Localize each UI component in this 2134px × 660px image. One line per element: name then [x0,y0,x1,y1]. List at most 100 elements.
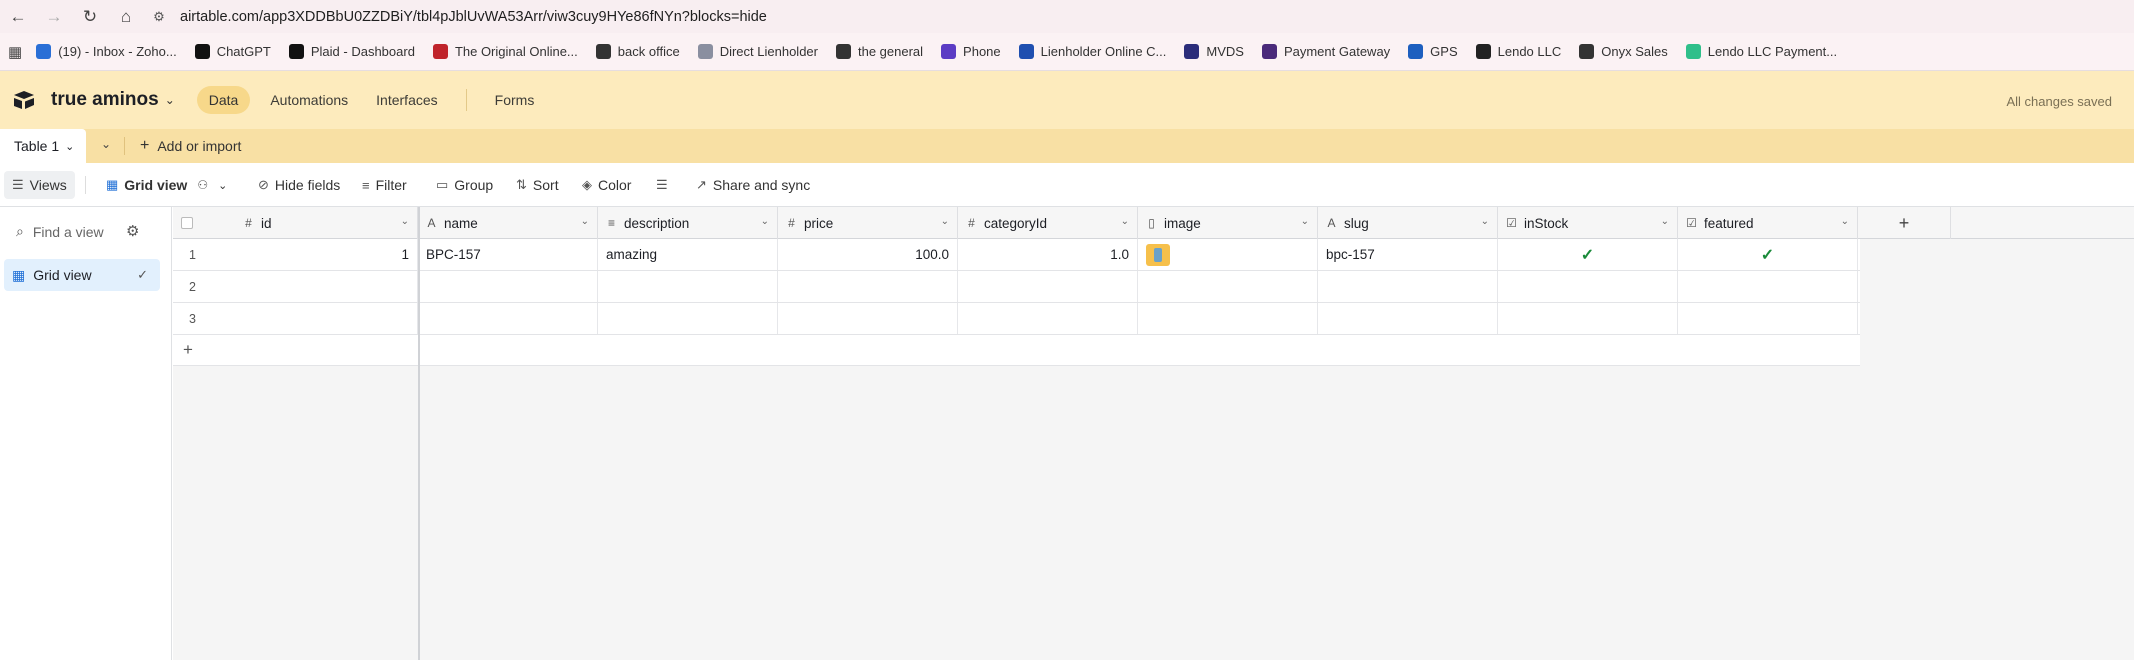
cell-description[interactable] [598,303,778,334]
cell-price[interactable]: 100.0 [778,239,958,270]
chevron-down-icon[interactable]: ⌄ [581,216,589,227]
chevron-down-icon[interactable]: ⌄ [1841,216,1849,227]
cell-categoryid[interactable] [958,271,1138,302]
cell-categoryid[interactable]: 1.0 [958,239,1138,270]
column-header-slug[interactable]: Aslug ⌄ [1318,207,1498,239]
cell-instock[interactable] [1498,303,1678,334]
cell-instock[interactable] [1498,271,1678,302]
cell-name[interactable] [418,303,598,334]
cell-image[interactable] [1138,303,1318,334]
column-header-id[interactable]: # id ⌄ [235,207,418,239]
chevron-down-icon[interactable]: ⌄ [1121,216,1129,227]
column-header-price[interactable]: # price ⌄ [778,207,958,239]
airtable-logo-icon[interactable] [12,90,36,110]
bookmark-item[interactable]: MVDS [1184,44,1244,59]
cell-featured[interactable]: ✓ [1678,239,1858,270]
image-thumbnail[interactable] [1146,243,1170,266]
bookmark-item[interactable]: Lendo LLC [1475,44,1561,59]
row-height-button[interactable]: ☰ [656,163,674,207]
bookmark-item[interactable]: Lienholder Online C... [1018,44,1166,59]
base-name[interactable]: true aminos [51,89,159,111]
gear-icon[interactable]: ⚙ [126,222,139,240]
site-info-icon[interactable]: ⚙ [148,6,170,28]
apps-grid-icon[interactable]: ▦ [8,43,22,61]
chevron-down-icon[interactable]: ⌄ [941,216,949,227]
tab-table-1[interactable]: Table 1 ⌄ [0,129,86,163]
bookmark-item[interactable]: back office [595,44,680,59]
add-or-import-button[interactable]: + Add or import [140,129,241,163]
column-header-instock[interactable]: ☑ inStock ⌄ [1498,207,1678,239]
table-row[interactable]: 3 [173,303,1860,335]
bookmark-item[interactable]: Phone [941,44,1001,59]
chevron-down-icon[interactable]: ⌄ [1481,216,1489,227]
add-field-button[interactable]: + [1858,207,1951,239]
cell-price[interactable] [778,271,958,302]
color-button[interactable]: ◈ Color [582,163,631,207]
column-header-description[interactable]: ≡ description ⌄ [598,207,778,239]
share-and-sync-button[interactable]: ↗ Share and sync [696,163,810,207]
cell-featured[interactable] [1678,271,1858,302]
bookmark-item[interactable]: The Original Online... [432,44,578,59]
grid-view-button[interactable]: ▦ Grid view ⚇ ⌄ [106,163,227,207]
chevron-down-icon[interactable]: ⌄ [401,216,409,227]
cell-categoryid[interactable] [958,303,1138,334]
bookmark-item[interactable]: Direct Lienholder [697,44,818,59]
cell-slug[interactable]: bpc-157 [1318,239,1498,270]
tab-forms[interactable]: Forms [495,92,535,108]
bookmark-item[interactable]: Plaid - Dashboard [288,44,415,59]
hide-fields-button[interactable]: ⊘ Hide fields [258,163,340,207]
cell-description[interactable]: amazing [598,239,778,270]
cell-name[interactable] [418,271,598,302]
reload-icon[interactable]: ↻ [72,0,108,33]
chevron-down-icon[interactable]: ⌄ [165,93,175,107]
bookmark-item[interactable]: the general [835,44,923,59]
cell-id[interactable]: 1 [235,239,418,270]
column-header-name[interactable]: Aname ⌄ [418,207,598,239]
add-row[interactable]: + [173,335,1860,366]
cell-id[interactable] [235,271,418,302]
chevron-down-icon[interactable]: ⌄ [1301,216,1309,227]
find-view-input[interactable]: ⌕ Find a view [16,223,104,240]
table-row[interactable]: 1 1 BPC-157 amazing 100.0 1.0 bpc-157 ✓ ✓ [173,239,1860,271]
tab-data[interactable]: Data [196,86,251,114]
cell-description[interactable] [598,271,778,302]
chevron-down-icon[interactable]: ⌄ [761,216,769,227]
bookmark-item[interactable]: Payment Gateway [1261,44,1390,59]
cell-id[interactable] [235,303,418,334]
table-row[interactable]: 2 [173,271,1860,303]
sidebar-item-grid-view[interactable]: ▦ Grid view ✓ [4,259,160,291]
field-type-icon: # [788,216,795,230]
cell-image[interactable] [1138,239,1318,270]
bookmark-item[interactable]: Lendo LLC Payment... [1685,44,1837,59]
forward-icon[interactable]: → [36,0,72,33]
home-icon[interactable]: ⌂ [108,0,144,33]
cell-image[interactable] [1138,271,1318,302]
address-bar[interactable]: ⚙ airtable.com/app3XDDBbU0ZZDBiY/tbl4pJb… [148,6,767,28]
tab-automations[interactable]: Automations [270,92,348,108]
column-header-image[interactable]: ▯ image ⌄ [1138,207,1318,239]
tables-dropdown-icon[interactable]: ⌄ [101,137,111,151]
bookmark-item[interactable]: (19) - Inbox - Zoho... [36,44,177,59]
cell-price[interactable] [778,303,958,334]
group-button[interactable]: ▭ Group [436,163,493,207]
cell-instock[interactable]: ✓ [1498,239,1678,270]
cell-name[interactable]: BPC-157 [418,239,598,270]
save-status: All changes saved [2006,94,2112,109]
cell-slug[interactable] [1318,303,1498,334]
back-icon[interactable]: ← [0,0,36,33]
bookmark-item[interactable]: GPS [1408,44,1458,59]
sort-button[interactable]: ⇅ Sort [516,163,559,207]
filter-button[interactable]: ≡ Filter [362,163,407,207]
column-header-categoryid[interactable]: # categoryId ⌄ [958,207,1138,239]
select-all-checkbox[interactable] [181,217,193,229]
share-icon: ↗ [696,177,707,192]
chevron-down-icon[interactable]: ⌄ [65,140,74,153]
views-button[interactable]: ☰ Views [4,171,75,199]
tab-interfaces[interactable]: Interfaces [376,92,437,108]
chevron-down-icon[interactable]: ⌄ [1661,216,1669,227]
bookmark-item[interactable]: ChatGPT [194,44,271,59]
column-header-featured[interactable]: ☑ featured ⌄ [1678,207,1858,239]
cell-featured[interactable] [1678,303,1858,334]
cell-slug[interactable] [1318,271,1498,302]
bookmark-item[interactable]: Onyx Sales [1579,44,1668,59]
